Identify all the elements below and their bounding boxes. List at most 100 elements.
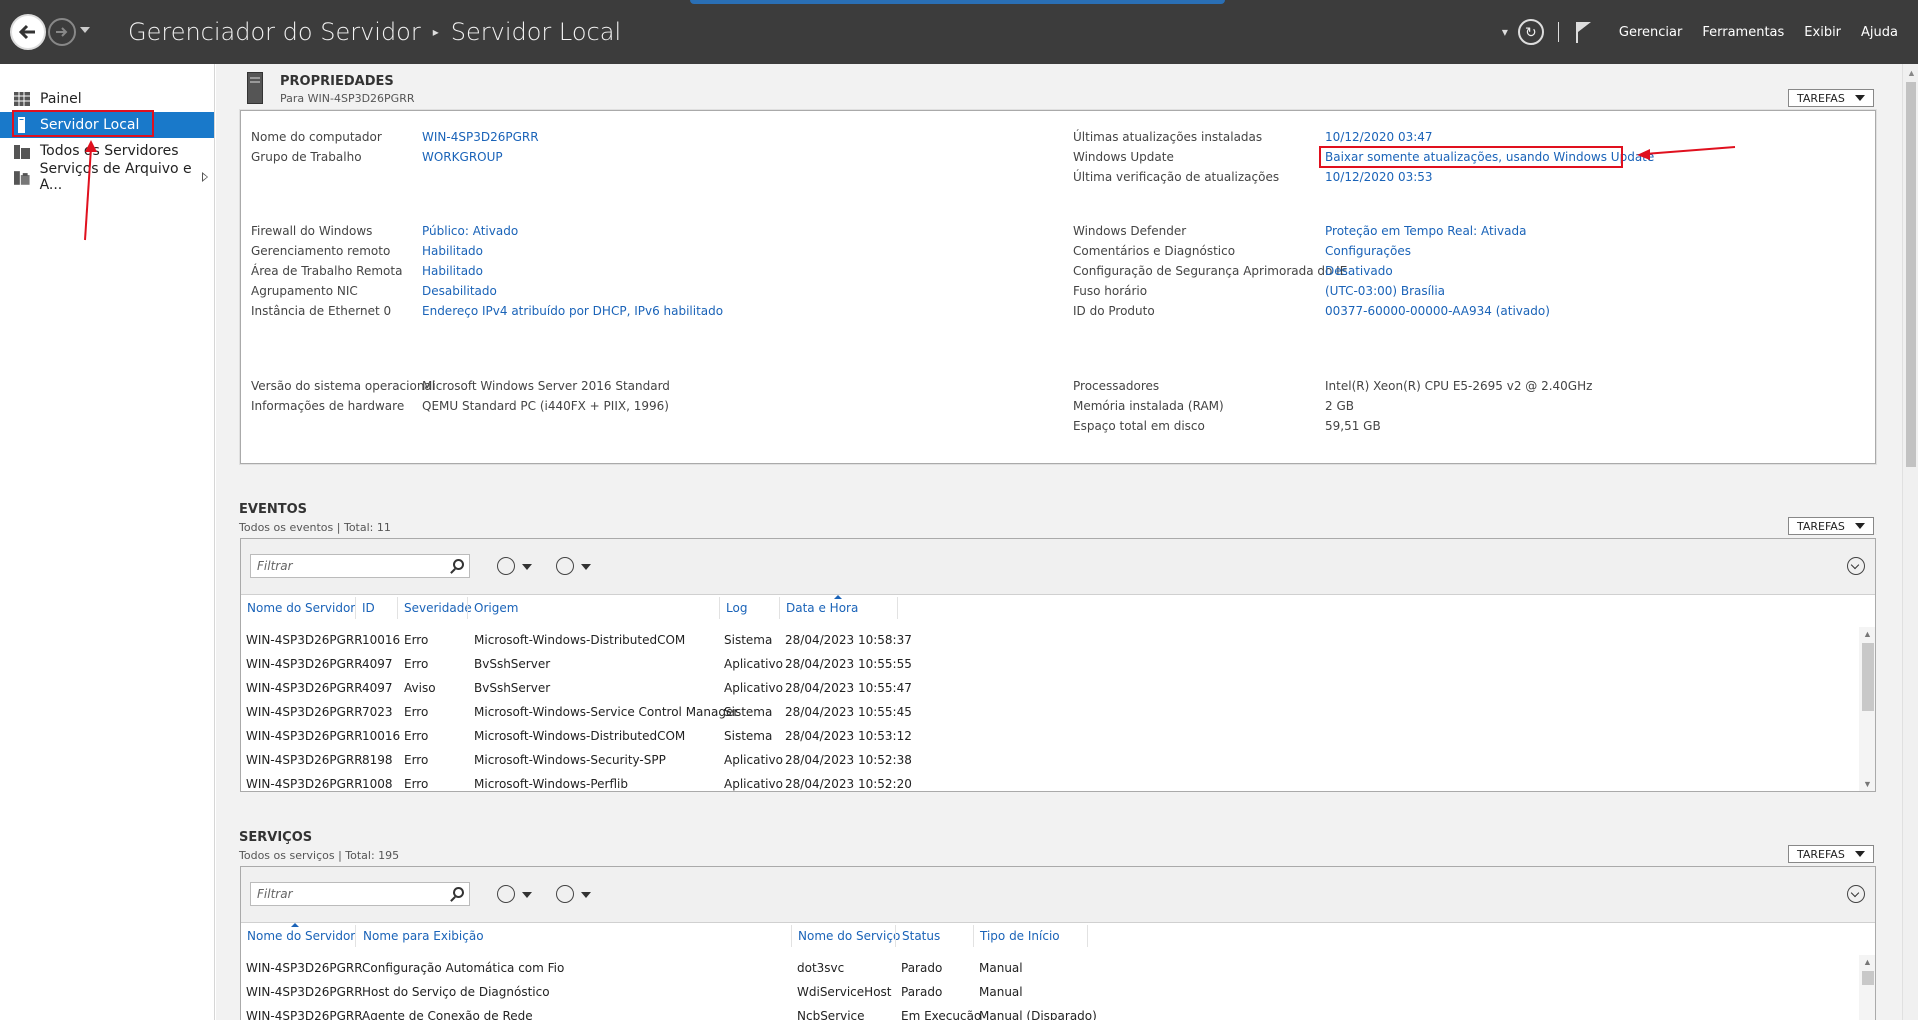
menu-ajuda[interactable]: Ajuda [1861,25,1898,40]
cell-log: Sistema [724,729,773,743]
scroll-up-icon[interactable]: ▲ [1907,68,1916,78]
save-query-dropdown-icon[interactable] [581,892,591,898]
main-scrollbar[interactable]: ▲ [1902,64,1918,1020]
col-header-status[interactable]: Status [902,929,940,943]
services-tasks-button[interactable]: TAREFAS [1788,845,1874,863]
breadcrumb-root[interactable]: Gerenciador do Servidor [128,18,421,46]
refresh-dropdown-icon[interactable]: ▾ [1502,25,1508,39]
events-tasks-button[interactable]: TAREFAS [1788,517,1874,535]
events-scrollbar[interactable]: ▲ ▼ [1859,627,1875,791]
prop-label: Versão do sistema operacional [251,379,436,393]
scroll-thumb[interactable] [1862,971,1874,985]
sidebar: Painel Servidor Local Todos os Servidore… [0,64,215,1020]
prop-label: Informações de hardware [251,399,405,413]
col-header-servidor[interactable]: Nome do Servidor [247,601,355,615]
firewall-link[interactable]: Público: Ativado [422,224,518,238]
cell-severidade: Erro [404,729,429,743]
product-id-link[interactable]: 00377-60000-00000-AA934 (ativado) [1325,304,1550,318]
cell-log: Aplicativo [724,681,783,695]
prop-label: Instância de Ethernet 0 [251,304,392,318]
last-updates-link[interactable]: 10/12/2020 03:47 [1325,130,1433,144]
scroll-thumb[interactable] [1906,82,1916,467]
cell-id: 4097 [362,681,393,695]
defender-link[interactable]: Proteção em Tempo Real: Ativada [1325,224,1526,238]
computer-name-link[interactable]: WIN-4SP3D26PGRR [422,130,539,144]
title-bar: Gerenciador do Servidor ▸ Servidor Local… [0,0,1918,64]
cell-log: Aplicativo [724,753,783,767]
scroll-up-icon[interactable]: ▲ [1863,629,1872,639]
col-header-servidor[interactable]: Nome do Servidor [247,929,355,943]
nic-teaming-link[interactable]: Desabilitado [422,284,497,298]
query-options-icon[interactable] [497,885,515,903]
history-dropdown-icon[interactable] [80,27,90,33]
cell-nome-servico: dot3svc [797,961,845,975]
last-check-link[interactable]: 10/12/2020 03:53 [1325,170,1433,184]
menu-ferramentas[interactable]: Ferramentas [1702,25,1784,40]
query-options-icon[interactable] [497,557,515,575]
table-row[interactable]: WIN-4SP3D26PGRR Agente de Conexão de Red… [241,1005,1841,1020]
col-divider [897,597,898,619]
prop-label: ID do Produto [1073,304,1155,318]
search-icon[interactable] [453,887,464,898]
disk-space-value: 59,51 GB [1325,419,1381,433]
col-header-tipo-inicio[interactable]: Tipo de Início [980,929,1060,943]
scroll-up-icon[interactable]: ▲ [1863,957,1872,967]
scroll-down-icon[interactable]: ▼ [1863,779,1872,789]
notifications-flag-icon[interactable] [1575,20,1593,44]
save-query-icon[interactable] [556,885,574,903]
services-filter-input[interactable]: Filtrar [250,882,470,906]
refresh-icon[interactable]: ↻ [1517,19,1544,45]
sidebar-item-painel[interactable]: Painel [0,86,214,112]
breadcrumb-separator-icon: ▸ [432,25,439,39]
menu-gerenciar[interactable]: Gerenciar [1619,25,1682,40]
col-divider [973,925,974,947]
search-icon[interactable] [453,559,464,570]
save-query-icon[interactable] [556,557,574,575]
col-header-id[interactable]: ID [362,601,375,615]
remote-management-link[interactable]: Habilitado [422,244,483,258]
cell-severidade: Erro [404,657,429,671]
divider [1557,22,1559,42]
menu-exibir[interactable]: Exibir [1804,25,1841,40]
col-header-nome-servico[interactable]: Nome do Serviço [798,929,900,943]
collapse-expand-icon[interactable] [1847,885,1865,903]
col-header-nome-exibicao[interactable]: Nome para Exibição [363,929,484,943]
feedback-diagnostics-link[interactable]: Configurações [1325,244,1411,258]
sidebar-item-servicos-arquivo[interactable]: Serviços de Arquivo e A... [0,161,214,193]
cell-id: 7023 [362,705,393,719]
collapse-expand-icon[interactable] [1847,557,1865,575]
cell-origem: Microsoft-Windows-Security-SPP [474,753,666,767]
prop-label: Última verificação de atualizações [1073,170,1280,184]
scroll-thumb[interactable] [1862,643,1874,711]
properties-title: PROPRIEDADES [280,74,394,89]
services-scrollbar[interactable]: ▲ [1859,955,1875,1020]
cell-nome-servico: NcbService [797,1009,865,1020]
events-filter-input[interactable]: Filtrar [250,554,470,578]
table-row[interactable]: WIN-4SP3D26PGRR 1008 Erro Microsoft-Wind… [241,773,1841,791]
query-options-dropdown-icon[interactable] [522,892,532,898]
query-options-dropdown-icon[interactable] [522,564,532,570]
prop-label: Gerenciamento remoto [251,244,391,258]
save-query-dropdown-icon[interactable] [581,564,591,570]
events-subtitle: Todos os eventos | Total: 11 [239,521,391,534]
cell-data-hora: 28/04/2023 10:55:45 [785,705,912,719]
col-header-data-hora[interactable]: Data e Hora [786,601,858,615]
col-header-log[interactable]: Log [726,601,747,615]
col-header-severidade[interactable]: Severidade [404,601,472,615]
back-arrow-icon [18,24,35,40]
back-button[interactable] [10,14,46,50]
workgroup-link[interactable]: WORKGROUP [422,150,503,164]
ie-security-link[interactable]: Desativado [1325,264,1393,278]
prop-label: Últimas atualizações instaladas [1073,130,1263,144]
remote-desktop-link[interactable]: Habilitado [422,264,483,278]
prop-label: Windows Update [1073,150,1174,164]
annotation-highlight-servidor-local [12,110,154,137]
cell-servidor: WIN-4SP3D26PGRR [246,681,363,695]
forward-button[interactable] [48,18,76,46]
timezone-link[interactable]: (UTC-03:00) Brasília [1325,284,1445,298]
properties-tasks-button[interactable]: TAREFAS [1788,89,1874,107]
col-header-origem[interactable]: Origem [474,601,518,615]
servers-icon [14,145,30,159]
ethernet-link[interactable]: Endereço IPv4 atribuído por DHCP, IPv6 h… [422,304,723,318]
breadcrumb-current: Servidor Local [450,18,622,46]
